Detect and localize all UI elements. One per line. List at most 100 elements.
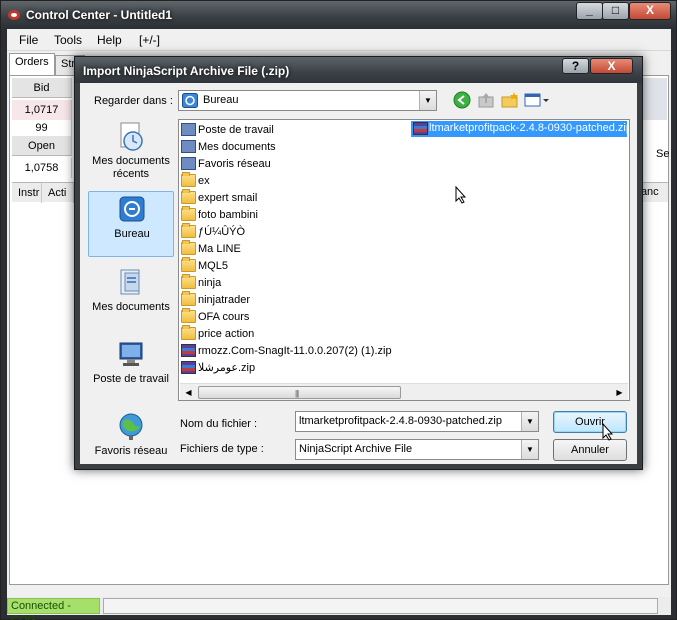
place-my-computer[interactable]: Poste de travail <box>88 337 174 403</box>
chevron-down-icon[interactable]: ▼ <box>521 440 538 459</box>
close-button[interactable]: X <box>629 2 671 20</box>
status-panel <box>103 598 658 614</box>
selected-file-item[interactable]: ltmarketprofitpack-2.4.8-0930-patched.zi… <box>411 121 630 137</box>
file-name: Favoris réseau <box>198 158 271 170</box>
folder-icon <box>181 308 196 323</box>
file-name: ex <box>198 175 210 187</box>
mouse-cursor-icon <box>602 423 614 441</box>
scroll-left-icon[interactable]: ◀ <box>180 384 197 400</box>
open-value: 1,0758 <box>12 158 72 178</box>
filename-input[interactable]: ltmarketprofitpack-2.4.8-0930-patched.zi… <box>295 411 539 432</box>
chevron-down-icon[interactable]: ▼ <box>521 412 538 431</box>
right-se-label: Se <box>656 148 670 160</box>
dialog-client: Regarder dans : Bureau ▼ Mes documents r… <box>80 83 637 464</box>
menubar: File Tools Help [+/-] <box>7 29 671 51</box>
help-button[interactable]: ? <box>562 58 589 74</box>
folder-icon <box>181 223 196 238</box>
dialog-title: Import NinjaScript Archive File (.zip) <box>83 64 290 78</box>
chevron-down-icon[interactable]: ▼ <box>419 91 436 110</box>
statusbar: Connected - CQG <box>7 597 671 620</box>
folder-icon <box>181 257 196 272</box>
folder-icon <box>181 206 196 221</box>
desktop-icon <box>182 93 198 108</box>
archive-icon <box>181 361 196 374</box>
folder-icon <box>181 291 196 306</box>
maximize-button[interactable]: □ <box>602 2 629 20</box>
file-name: MQL5 <box>198 260 228 272</box>
minimize-button[interactable]: _ <box>576 2 603 20</box>
filename-label: Nom du fichier : <box>180 418 258 430</box>
back-arrow-icon[interactable] <box>452 91 472 109</box>
documents-icon <box>181 140 196 153</box>
place-network[interactable]: Favoris réseau <box>88 409 174 475</box>
archive-icon <box>413 122 428 135</box>
dialog-titlebar[interactable]: Import NinjaScript Archive File (.zip) ?… <box>75 57 642 83</box>
filetype-select[interactable]: NinjaScript Archive File ▼ <box>295 439 539 460</box>
place-my-documents[interactable]: Mes documents <box>88 265 174 331</box>
look-in-value: Bureau <box>203 94 239 106</box>
bid-price: 1,0717 <box>12 100 72 120</box>
views-menu-icon[interactable] <box>524 91 550 109</box>
file-name: expert smail <box>198 192 258 204</box>
place-network-label: Favoris réseau <box>94 445 168 457</box>
look-in-label: Regarder dans : <box>94 95 173 107</box>
cancel-button[interactable]: Annuler <box>553 439 627 461</box>
tab-orders[interactable]: Orders <box>9 53 55 75</box>
connection-status: Connected - CQG <box>7 598 100 620</box>
network-globe-icon <box>119 413 143 440</box>
file-name: Poste de travail <box>198 124 274 136</box>
file-name: ƒÚ¼ÛÝÒ <box>198 226 246 238</box>
action-column-header[interactable]: Acti <box>42 183 74 203</box>
filename-value: ltmarketprofitpack-2.4.8-0930-patched.zi… <box>299 415 502 427</box>
menu-tools[interactable]: Tools <box>54 33 82 47</box>
new-folder-icon[interactable] <box>500 91 520 109</box>
computer-icon <box>119 342 143 366</box>
place-computer-label: Poste de travail <box>93 373 169 385</box>
file-name: price action <box>198 328 255 340</box>
recent-documents-icon <box>120 122 143 151</box>
look-in-combo[interactable]: Bureau ▼ <box>178 90 437 111</box>
folder-icon <box>181 240 196 255</box>
desktop-icon <box>119 196 145 222</box>
documents-icon <box>120 269 140 295</box>
ninjatrader-logo-icon <box>8 10 20 20</box>
grip-icon: ||| <box>295 389 299 398</box>
file-list[interactable]: Poste de travail Mes documents Favoris r… <box>178 119 630 401</box>
main-titlebar[interactable]: Control Center - Untitled1 _ □ X <box>1 1 676 29</box>
archive-icon <box>181 344 196 357</box>
dialog-close-button[interactable]: X <box>590 58 633 74</box>
selected-file-name: ltmarketprofitpack-2.4.8-0930-patched.zi… <box>429 122 630 134</box>
bid-size: 99 <box>12 118 72 138</box>
menu-expand-collapse[interactable]: [+/-] <box>139 33 160 47</box>
open-button[interactable]: Ouvrir <box>553 411 627 433</box>
network-icon <box>181 157 196 170</box>
file-name: عومرشلا.zip <box>198 362 256 374</box>
folder-icon <box>181 189 196 204</box>
place-recent-documents[interactable]: Mes documents récents <box>88 119 174 185</box>
folder-icon <box>181 274 196 289</box>
place-desktop[interactable]: Bureau <box>88 191 174 257</box>
folder-icon <box>181 325 196 340</box>
scroll-right-icon[interactable]: ▶ <box>611 384 628 400</box>
places-bar: Mes documents récents Bureau Mes documen… <box>84 119 174 459</box>
folder-icon <box>181 172 196 187</box>
import-dialog: Import NinjaScript Archive File (.zip) ?… <box>74 56 643 470</box>
filetype-value: NinjaScript Archive File <box>299 443 413 455</box>
up-folder-icon[interactable] <box>476 91 496 109</box>
place-recent-label: Mes documents récents <box>92 155 170 180</box>
place-documents-label: Mes documents <box>92 301 170 313</box>
menu-help[interactable]: Help <box>97 33 122 47</box>
mouse-cursor-icon <box>455 186 467 204</box>
instrument-column-header[interactable]: Instr <box>12 183 42 203</box>
menu-file[interactable]: File <box>19 33 38 47</box>
file-name: ninjatrader <box>198 294 250 306</box>
file-name: ninja <box>198 277 222 289</box>
bid-header[interactable]: Bid <box>12 78 72 98</box>
open-header[interactable]: Open <box>12 136 72 156</box>
scrollbar-thumb[interactable]: ||| <box>198 386 401 399</box>
horizontal-scrollbar[interactable]: ◀ ||| ▶ <box>180 383 628 400</box>
window-title: Control Center - Untitled1 <box>26 8 172 22</box>
file-name: Mes documents <box>198 141 276 153</box>
file-name: foto bambini <box>198 209 258 221</box>
file-name: rmozz.Com-SnagIt-11.0.0.207(2) (1).zip <box>198 345 392 357</box>
